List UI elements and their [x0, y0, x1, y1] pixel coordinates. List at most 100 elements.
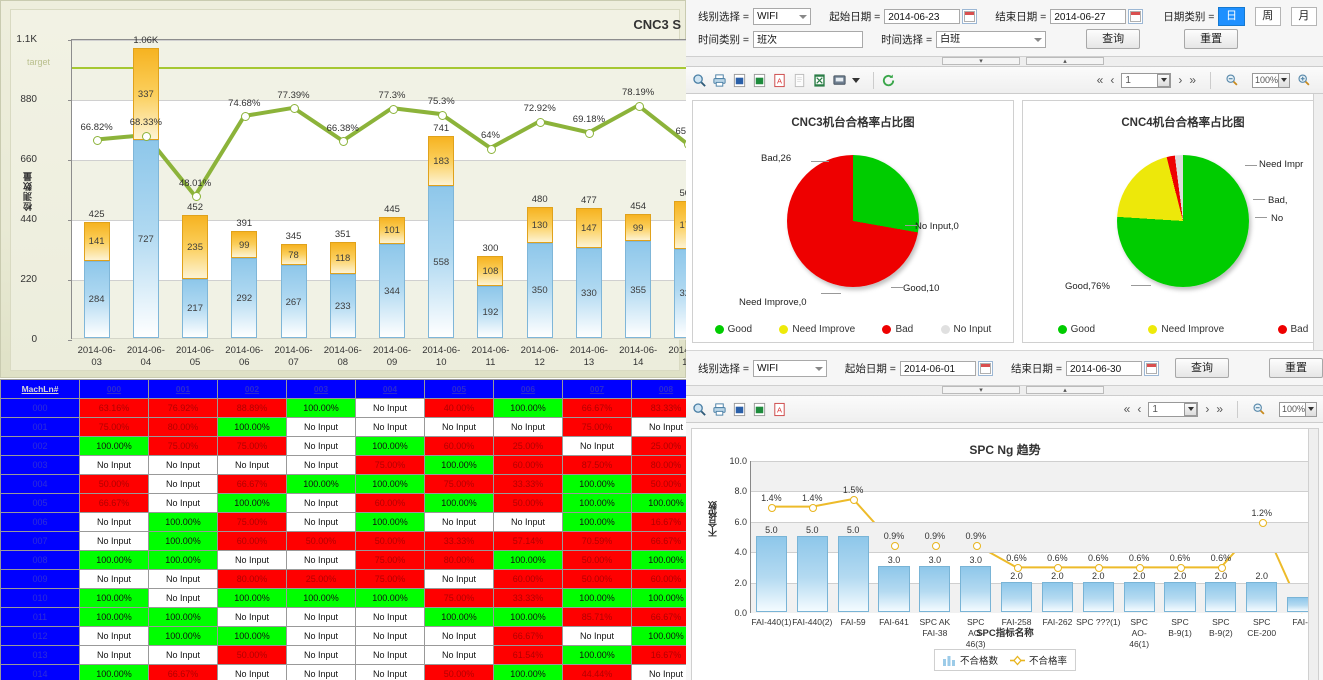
matrix-cell[interactable]: 75.00% [217, 436, 287, 456]
matrix-cell[interactable]: 100.00% [562, 645, 632, 665]
matrix-cell[interactable]: 66.67% [631, 531, 686, 551]
matrix-cell[interactable]: No Input [493, 417, 563, 437]
file-icon[interactable] [792, 73, 807, 88]
excel-icon[interactable] [812, 73, 827, 88]
matrix-column-header[interactable]: 007 [562, 379, 632, 399]
matrix-cell[interactable]: No Input [217, 664, 287, 680]
next-page-button[interactable]: › [1178, 73, 1182, 87]
spc-bar[interactable] [1205, 581, 1237, 612]
first-page-button[interactable]: « [1097, 73, 1104, 87]
spc-bar[interactable] [919, 566, 951, 612]
matrix-column-header[interactable]: 004 [355, 379, 425, 399]
matrix-cell[interactable]: No Input [286, 417, 356, 437]
matrix-column-header[interactable]: 008 [631, 379, 686, 399]
matrix-cell[interactable]: No Input [562, 436, 632, 456]
matrix-column-header[interactable]: 001 [148, 379, 218, 399]
matrix-cell[interactable]: 25.00% [286, 569, 356, 589]
matrix-cell[interactable]: 75.00% [355, 455, 425, 475]
spc-area-scrollbar[interactable] [1308, 429, 1318, 680]
matrix-cell[interactable]: 66.67% [493, 626, 563, 646]
line-data-point[interactable] [536, 117, 546, 127]
matrix-cell[interactable]: 75.00% [355, 550, 425, 570]
excel-export-icon[interactable] [752, 402, 767, 417]
matrix-cell[interactable]: No Input [148, 474, 218, 494]
matrix-cell[interactable]: 100.00% [79, 436, 149, 456]
matrix-cell[interactable]: 100.00% [424, 455, 494, 475]
matrix-cell[interactable]: No Input [79, 512, 149, 532]
stacked-bar[interactable]: 350 130 480 [526, 194, 553, 338]
matrix-row-header[interactable]: 001 [0, 417, 80, 437]
matrix-cell[interactable]: No Input [79, 645, 149, 665]
matrix-cell[interactable]: 100.00% [355, 474, 425, 494]
date-category-day-button[interactable]: 日 [1218, 7, 1245, 26]
matrix-cell[interactable]: No Input [148, 455, 218, 475]
matrix-cell[interactable]: No Input [355, 607, 425, 627]
matrix-cell[interactable]: No Input [79, 455, 149, 475]
matrix-cell[interactable]: No Input [217, 550, 287, 570]
start-date-input[interactable]: 2014-06-01 [899, 360, 976, 376]
line-select-dropdown[interactable]: WIFI [753, 359, 827, 377]
matrix-cell[interactable]: 60.00% [493, 455, 563, 475]
matrix-row-header[interactable]: 005 [0, 493, 80, 513]
matrix-cell[interactable]: 88.89% [217, 398, 287, 418]
line-select-dropdown[interactable]: WIFI [753, 8, 812, 25]
last-page-button[interactable]: » [1189, 73, 1196, 87]
matrix-cell[interactable]: 100.00% [355, 588, 425, 608]
matrix-cell[interactable]: 75.00% [562, 417, 632, 437]
chevron-down-icon[interactable] [1278, 73, 1289, 87]
zoom-level-select[interactable]: 100% [1252, 72, 1290, 88]
pie-area-scrollbar[interactable] [1313, 94, 1323, 350]
matrix-cell[interactable]: 25.00% [631, 436, 686, 456]
matrix-cell[interactable]: 100.00% [148, 626, 218, 646]
matrix-cell[interactable]: 70.59% [562, 531, 632, 551]
matrix-cell[interactable]: 100.00% [286, 588, 356, 608]
matrix-cell[interactable]: 80.00% [148, 417, 218, 437]
end-date-input[interactable]: 2014-06-30 [1066, 360, 1142, 376]
excel-export-icon[interactable] [752, 73, 767, 88]
matrix-cell[interactable]: 75.00% [148, 436, 218, 456]
last-page-button[interactable]: » [1216, 402, 1223, 416]
machine-line-matrix-table[interactable]: MachLn# 000 001 002 003 004 005 006 007 008 000 6… [0, 379, 686, 680]
date-category-week-button[interactable]: 周 [1254, 7, 1281, 26]
find-icon[interactable] [692, 73, 707, 88]
matrix-cell[interactable]: No Input [148, 588, 218, 608]
matrix-cell[interactable]: 100.00% [79, 550, 149, 570]
matrix-column-header[interactable]: 003 [286, 379, 356, 399]
matrix-cell[interactable]: 100.00% [79, 664, 149, 680]
matrix-cell[interactable]: No Input [148, 493, 218, 513]
matrix-cell[interactable]: No Input [286, 455, 356, 475]
spc-bar[interactable] [837, 536, 869, 612]
matrix-cell[interactable]: 33.33% [493, 588, 563, 608]
matrix-cell[interactable]: No Input [286, 607, 356, 627]
matrix-row-header[interactable]: 008 [0, 550, 80, 570]
chevron-down-icon[interactable] [852, 77, 860, 83]
matrix-cell[interactable]: No Input [355, 417, 425, 437]
matrix-cell[interactable]: 100.00% [493, 550, 563, 570]
matrix-cell[interactable]: No Input [79, 569, 149, 589]
spc-line-point[interactable] [972, 541, 981, 550]
matrix-cell[interactable]: 80.00% [217, 569, 287, 589]
matrix-cell[interactable]: No Input [631, 664, 686, 680]
matrix-cell[interactable]: 100.00% [217, 588, 287, 608]
calendar-icon[interactable] [962, 9, 978, 24]
word-export-icon[interactable] [732, 73, 747, 88]
calendar-icon[interactable] [977, 360, 993, 376]
matrix-row-header[interactable]: 004 [0, 474, 80, 494]
matrix-cell[interactable]: 75.00% [79, 417, 149, 437]
query-button[interactable]: 查询 [1175, 358, 1229, 378]
stacked-bar[interactable]: 292 99 391 [231, 218, 258, 338]
spc-bar[interactable] [1123, 581, 1155, 612]
prev-page-button[interactable]: ‹ [1110, 73, 1114, 87]
stacked-bar[interactable]: 727 337 1.06K [132, 35, 159, 338]
matrix-cell[interactable]: 100.00% [148, 607, 218, 627]
matrix-cell[interactable]: 50.00% [562, 569, 632, 589]
zoom-level-select[interactable]: 100% [1279, 401, 1317, 417]
matrix-cell[interactable]: 100.00% [79, 607, 149, 627]
matrix-cell[interactable]: 57.14% [493, 531, 563, 551]
matrix-cell[interactable]: 100.00% [355, 512, 425, 532]
calendar-icon[interactable] [1128, 9, 1144, 24]
line-data-point[interactable] [142, 131, 152, 141]
line-data-point[interactable] [437, 110, 447, 120]
line-data-point[interactable] [388, 104, 398, 114]
spc-line-point[interactable] [1258, 518, 1267, 527]
